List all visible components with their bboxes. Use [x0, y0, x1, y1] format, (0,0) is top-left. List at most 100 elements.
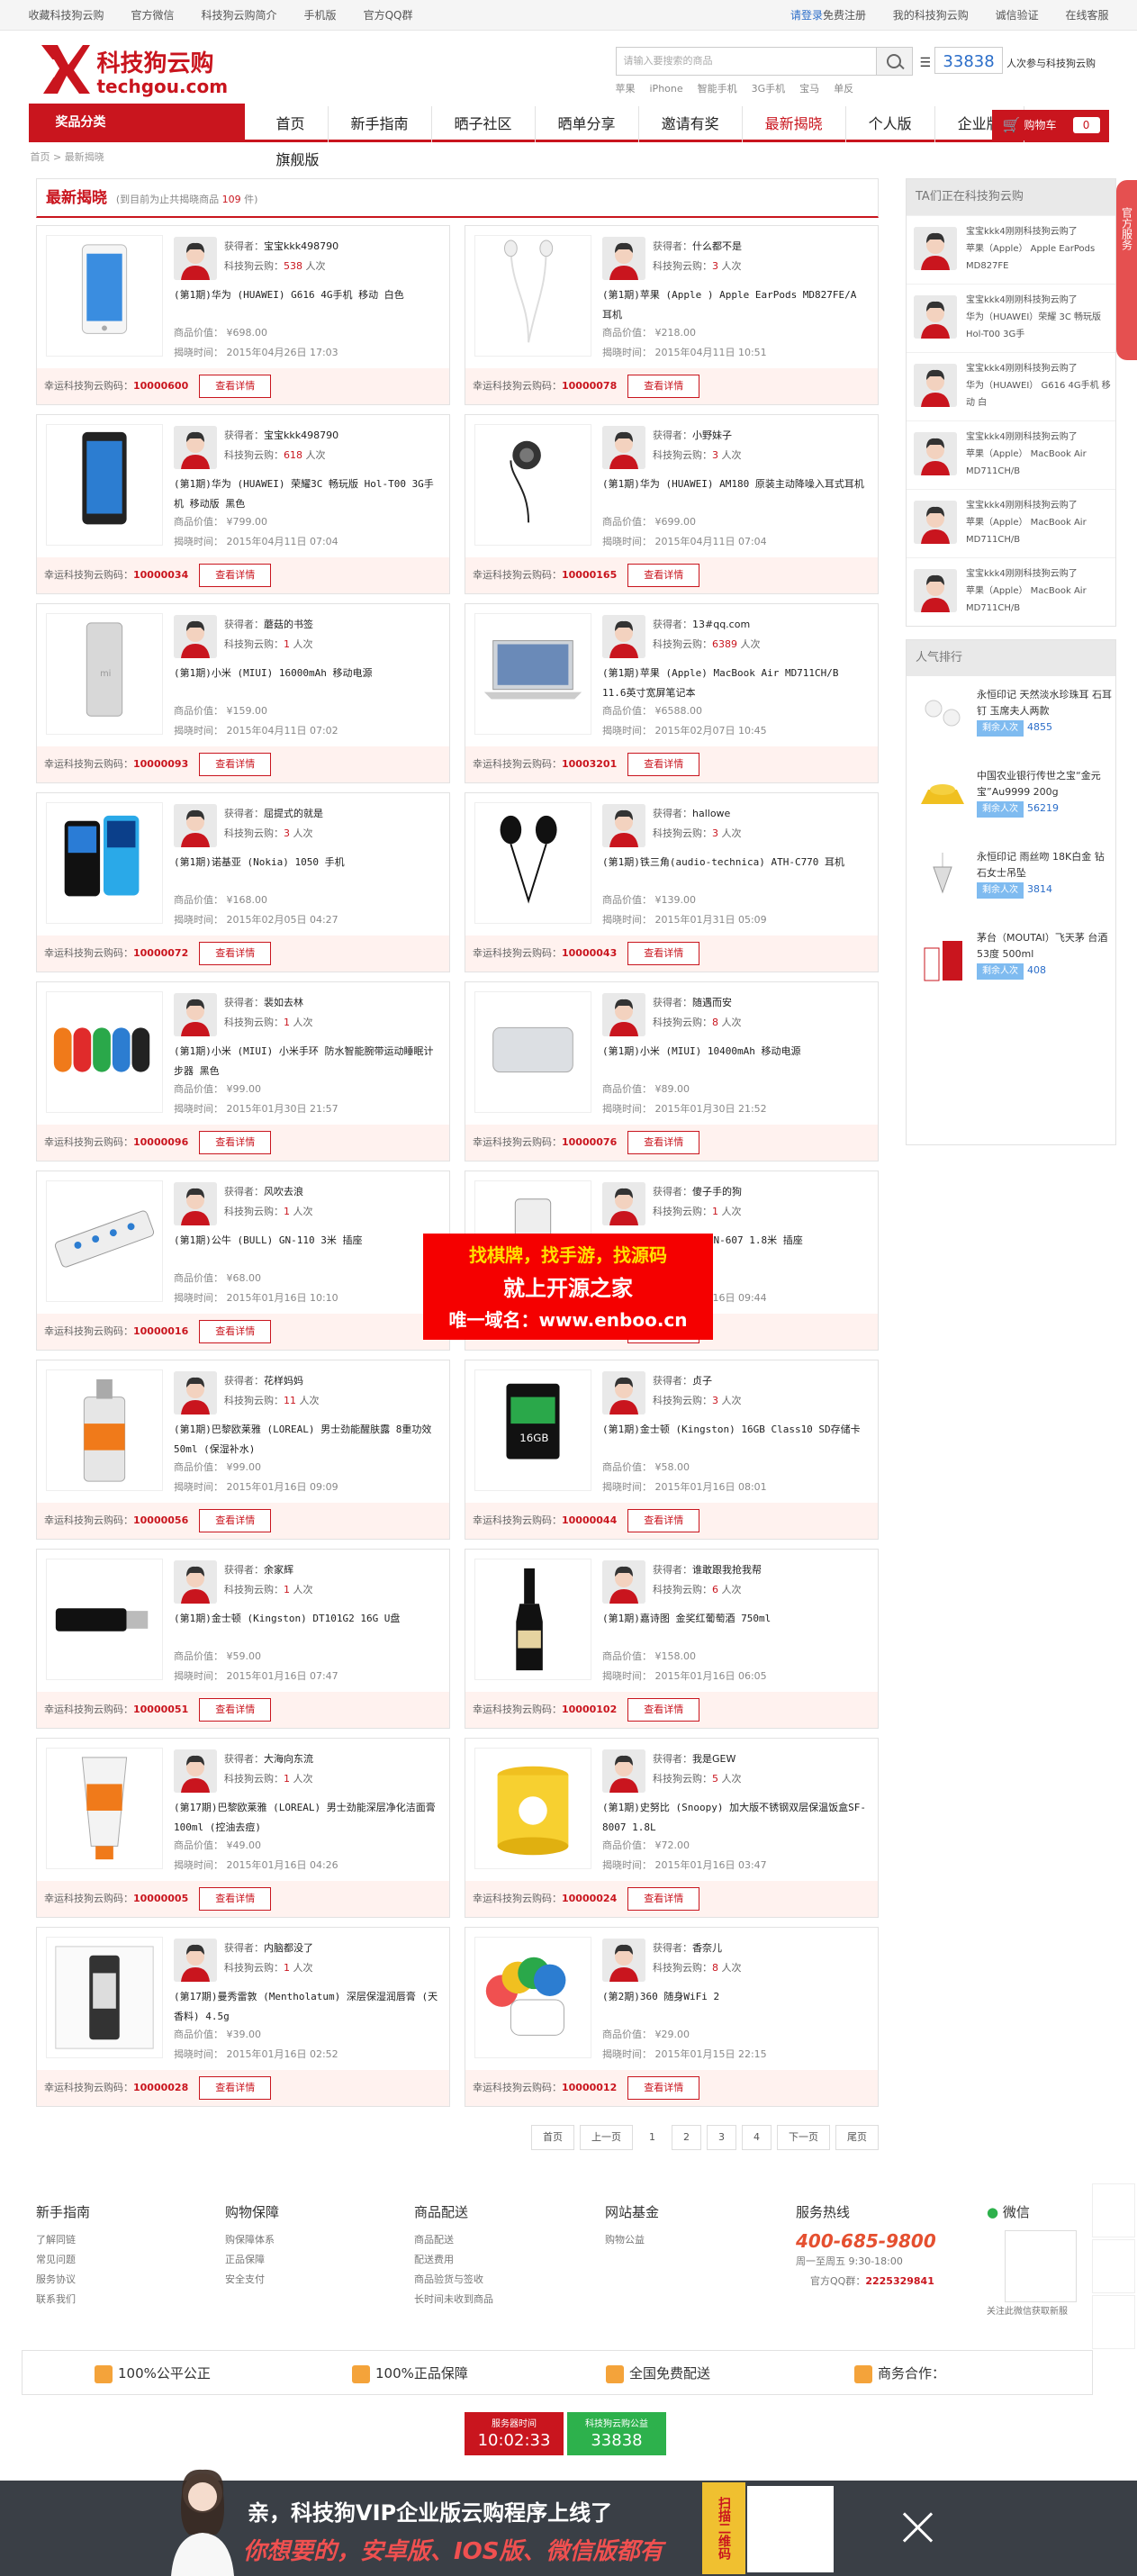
hot-keyword[interactable]: iPhone: [650, 83, 683, 95]
product-image[interactable]: [46, 1937, 163, 2058]
winner-name[interactable]: 小野妹子: [692, 429, 732, 441]
winner-avatar[interactable]: [174, 993, 217, 1036]
product-title[interactable]: (第1期)巴黎欧莱雅 (LOREAL) 男士劲能醒肤露 8重功效 50ml (保…: [174, 1420, 438, 1460]
view-details-button[interactable]: 查看详情: [627, 1509, 700, 1532]
buyer-name[interactable]: 宝宝kkk4: [966, 569, 1006, 579]
recent-buyer-item[interactable]: 宝宝kkk4刚刚科技狗云购了 华为（HUAWEI）荣耀 3C 畅玩版 Hol-T0…: [907, 284, 1115, 352]
winner-name[interactable]: 大海向东流: [264, 1753, 313, 1765]
page-link[interactable]: 2: [672, 2125, 701, 2150]
popular-item-name[interactable]: 茅台（MOUTAI）飞天茅 台酒 53度 500ml: [977, 930, 1112, 963]
view-details-button[interactable]: 查看详情: [627, 942, 700, 965]
winner-name[interactable]: 贞子: [692, 1375, 712, 1387]
footer-link[interactable]: 服务协议: [36, 2270, 198, 2290]
popular-item[interactable]: 茅台（MOUTAI）飞天茅 台酒 53度 500ml 剩余人次 408: [907, 919, 1115, 1000]
result-card[interactable]: 获得者：小野妹子 科技狗云购：3 人次 (第1期)华为 (HUAWEI) AM180…: [465, 414, 879, 594]
hot-keyword[interactable]: 3G手机: [752, 83, 786, 95]
recent-buyer-item[interactable]: 宝宝kkk4刚刚科技狗云购了 华为（HUAWEI） G616 4G手机 移动 白: [907, 352, 1115, 420]
winner-avatar[interactable]: [602, 237, 645, 280]
product-image[interactable]: [46, 1369, 163, 1491]
product-title[interactable]: (第1期)小米 (MIUI) 10400mAh 移动电源: [602, 1042, 867, 1062]
product-image[interactable]: 16GB: [474, 1369, 591, 1491]
page-link[interactable]: 下一页: [777, 2125, 830, 2150]
top-link[interactable]: 手机版: [304, 9, 337, 22]
product-title[interactable]: (第1期)苹果 (Apple) MacBook Air MD711CH/B 11…: [602, 664, 867, 703]
winner-name[interactable]: 宝宝kkk498790: [264, 429, 338, 441]
view-details-button[interactable]: 查看详情: [627, 753, 700, 776]
popular-item-name[interactable]: 永恒印记 天然淡水珍珠耳 石耳钉 玉席夫人两款: [977, 687, 1112, 719]
view-details-button[interactable]: 查看详情: [199, 942, 272, 965]
nav-item[interactable]: 晒单分享: [536, 106, 639, 142]
winner-avatar[interactable]: [602, 1371, 645, 1415]
category-menu-button[interactable]: 奖品分类: [28, 104, 245, 142]
official-service-tab[interactable]: 官方服务: [1116, 180, 1137, 360]
page-link[interactable]: 首页: [531, 2125, 574, 2150]
winner-name[interactable]: 香奈儿: [692, 1942, 722, 1954]
popular-item-image[interactable]: [916, 768, 970, 822]
result-card[interactable]: 16GB 获得者：贞子 科技狗云购：3 人次 (第1期)金士顿 (Kingston) …: [465, 1360, 879, 1540]
view-details-button[interactable]: 查看详情: [199, 1131, 272, 1154]
winner-avatar[interactable]: [174, 1560, 217, 1604]
top-link[interactable]: 科技狗云购简介: [202, 9, 277, 22]
page-link[interactable]: 3: [707, 2125, 736, 2150]
nav-item[interactable]: 个人版: [846, 106, 935, 142]
online-service-link[interactable]: 在线客服: [1065, 9, 1108, 22]
popular-item-name[interactable]: 中国农业银行传世之宝“金元宝”Au9999 200g: [977, 768, 1112, 800]
product-title[interactable]: (第1期)嘉诗图 金奖红葡萄酒 750ml: [602, 1609, 867, 1629]
winner-avatar[interactable]: [602, 1939, 645, 1982]
top-link[interactable]: 官方QQ群: [364, 9, 413, 22]
winner-name[interactable]: hallowe: [692, 808, 730, 819]
winner-avatar[interactable]: [602, 426, 645, 469]
product-title[interactable]: (第1期)华为 (HUAWEI) 荣耀3C 畅玩版 Hol-T00 3G手机 移…: [174, 475, 438, 514]
winner-avatar[interactable]: [602, 1749, 645, 1793]
winner-name[interactable]: 谁敢跟我抢我帮: [692, 1564, 762, 1576]
winner-name[interactable]: 屈提式的就是: [264, 808, 323, 819]
view-details-button[interactable]: 查看详情: [199, 375, 272, 398]
winner-avatar[interactable]: [174, 804, 217, 847]
winner-name[interactable]: 裴如去林: [264, 997, 303, 1008]
result-card[interactable]: 获得者：什么都不是 科技狗云购：3 人次 (第1期)苹果 (Apple ) Appl…: [465, 225, 879, 405]
hot-keyword[interactable]: 智能手机: [698, 83, 737, 95]
nav-item[interactable]: 首页: [254, 106, 329, 142]
bought-item[interactable]: 华为（HUAWEI）荣耀 3C 畅玩版 Hol-T00 3G手: [966, 309, 1114, 343]
footer-link[interactable]: 商品配送: [414, 2230, 576, 2250]
result-card[interactable]: 获得者：13#qq.com 科技狗云购：6389 人次 (第1期)苹果 (Apple…: [465, 603, 879, 783]
footer-link[interactable]: 购保障体系: [225, 2230, 387, 2250]
result-card[interactable]: 获得者：随遇而安 科技狗云购：8 人次 (第1期)小米 (MIUI) 10400mA…: [465, 981, 879, 1161]
popular-item[interactable]: 永恒印记 天然淡水珍珠耳 石耳钉 玉席夫人两款 剩余人次 4855: [907, 676, 1115, 757]
view-details-button[interactable]: 查看详情: [627, 2076, 700, 2100]
product-title[interactable]: (第1期)华为 (HUAWEI) AM180 原装主动降噪入耳式耳机: [602, 475, 867, 494]
close-icon[interactable]: [898, 2508, 938, 2547]
popular-item-image[interactable]: [916, 849, 970, 903]
recent-buyer-item[interactable]: 宝宝kkk4刚刚科技狗云购了 苹果（Apple） Apple EarPods MD…: [907, 215, 1115, 284]
recent-buyer-item[interactable]: 宝宝kkk4刚刚科技狗云购了 苹果（Apple） MacBook Air MD71…: [907, 489, 1115, 557]
winner-avatar[interactable]: [602, 615, 645, 658]
winner-name[interactable]: 蘑菇的书签: [264, 619, 313, 630]
footer-link[interactable]: 联系我们: [36, 2290, 198, 2309]
view-details-button[interactable]: 查看详情: [199, 1509, 272, 1532]
bought-item[interactable]: 苹果（Apple） Apple EarPods MD827FE: [966, 240, 1114, 275]
winner-name[interactable]: 随遇而安: [692, 997, 732, 1008]
result-card[interactable]: 获得者：谁敢跟我抢我帮 科技狗云购：6 人次 (第1期)嘉诗图 金奖红葡萄酒 750…: [465, 1549, 879, 1729]
popular-item[interactable]: 中国农业银行传世之宝“金元宝”Au9999 200g 剩余人次 56219: [907, 757, 1115, 838]
winner-avatar[interactable]: [602, 804, 645, 847]
star-tool-icon[interactable]: [1092, 2295, 1135, 2349]
product-title[interactable]: (第17期)曼秀雷敦 (Mentholatum) 深层保湿润唇膏 (天香料) 4…: [174, 1987, 438, 2027]
product-image[interactable]: [474, 802, 591, 924]
nav-item[interactable]: 晒子社区: [432, 106, 536, 142]
product-title[interactable]: (第17期)巴黎欧莱雅 (LOREAL) 男士劲能深层净化洁面膏 100ml (…: [174, 1798, 438, 1838]
winner-avatar[interactable]: [174, 426, 217, 469]
bought-item[interactable]: 苹果（Apple） MacBook Air MD711CH/B: [966, 514, 1114, 548]
product-title[interactable]: (第1期)诺基亚 (Nokia) 1050 手机: [174, 853, 438, 872]
result-card[interactable]: mi 获得者：蘑菇的书签 科技狗云购：1 人次 (第1期)小米 (MIUI) 1600…: [36, 603, 450, 783]
product-image[interactable]: [46, 1559, 163, 1680]
result-card[interactable]: 获得者：风吹去浪 科技狗云购：1 人次 (第1期)公牛 (BULL) GN-110 …: [36, 1170, 450, 1351]
bought-item[interactable]: 华为（HUAWEI） G616 4G手机 移动 白: [966, 377, 1114, 411]
popular-item-name[interactable]: 永恒印记 雨丝吻 18K白金 钻石女士吊坠: [977, 849, 1112, 881]
result-card[interactable]: 获得者：花样妈妈 科技狗云购：11 人次 (第1期)巴黎欧莱雅 (LOREAL) 男…: [36, 1360, 450, 1540]
result-card[interactable]: 获得者：大海向东流 科技狗云购：1 人次 (第17期)巴黎欧莱雅 (LOREAL) …: [36, 1738, 450, 1918]
winner-name[interactable]: 什么都不是: [692, 240, 742, 252]
winner-avatar[interactable]: [602, 993, 645, 1036]
result-card[interactable]: 获得者：我是GEW 科技狗云购：5 人次 (第1期)史努比 (Snoopy) 加大版…: [465, 1738, 879, 1918]
cart-button[interactable]: 🛒 购物车 0: [991, 110, 1109, 140]
cart-tool-icon[interactable]: [1092, 2183, 1135, 2237]
